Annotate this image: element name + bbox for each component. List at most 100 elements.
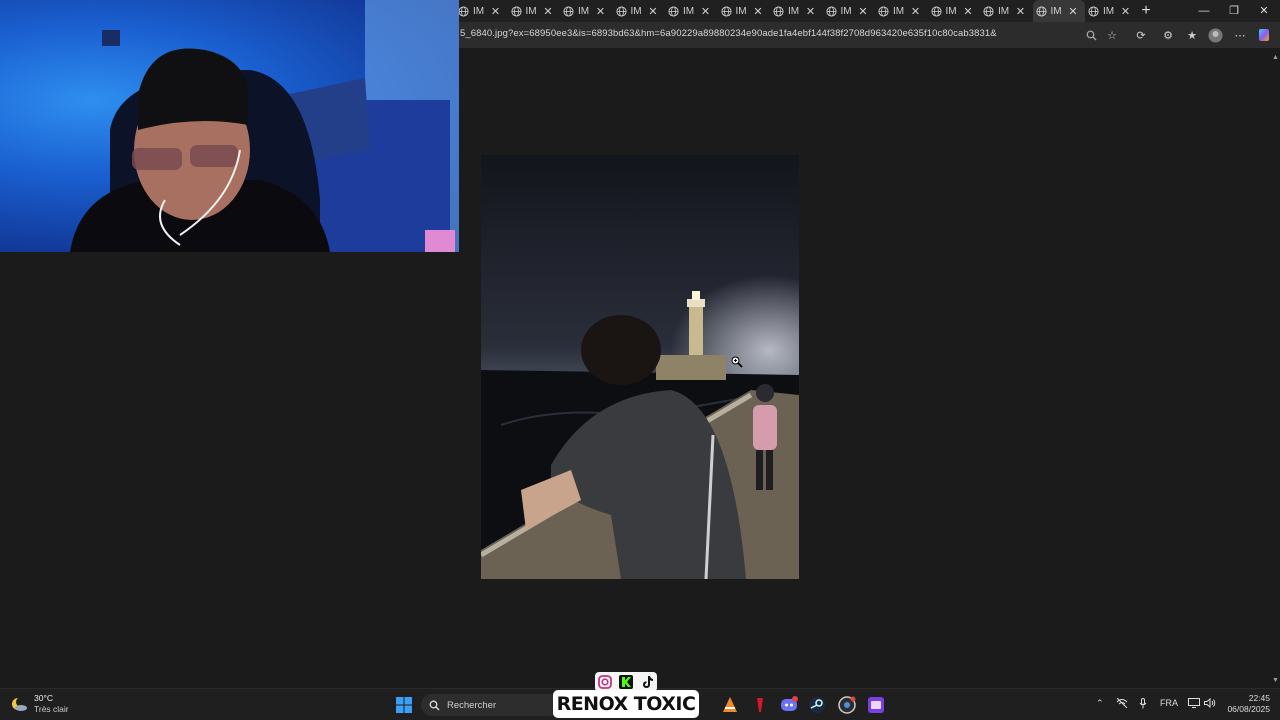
- tab-label: IM: [683, 5, 695, 17]
- tab-close-icon[interactable]: ✕: [910, 5, 922, 18]
- scrollbar[interactable]: ▲ ▼: [1270, 48, 1280, 688]
- browser-tab[interactable]: IM ✕: [1032, 0, 1085, 22]
- search-icon: [429, 700, 440, 710]
- tab-close-icon[interactable]: ✕: [752, 5, 764, 18]
- globe-icon: [615, 5, 627, 17]
- copilot-icon[interactable]: [1256, 27, 1272, 43]
- globe-icon: [668, 5, 679, 17]
- taskbar-search[interactable]: Rechercher: [421, 694, 561, 716]
- tab-label: IM: [893, 5, 905, 17]
- kick-icon: [618, 675, 633, 689]
- tab-close-icon[interactable]: ✕: [1015, 5, 1027, 18]
- minimize-button[interactable]: —: [1188, 0, 1220, 22]
- weather-temp: 30°C: [34, 693, 53, 703]
- vlc-app-icon[interactable]: [721, 696, 739, 714]
- red-app-icon[interactable]: [751, 696, 769, 714]
- globe-icon: [458, 5, 469, 17]
- clock-time: 22:45: [1248, 693, 1270, 703]
- zoom-cursor-icon: [731, 355, 743, 373]
- browser-tab[interactable]: IM ✕: [455, 0, 508, 22]
- weather-condition: Très clair: [34, 704, 69, 714]
- extensions-icon[interactable]: ⚙: [1160, 27, 1176, 43]
- browser-tab[interactable]: IM ✕: [1085, 0, 1138, 22]
- new-tab-button[interactable]: +: [1137, 2, 1155, 20]
- tab-close-icon[interactable]: ✕: [490, 5, 502, 18]
- browser-tab[interactable]: IM ✕: [823, 0, 876, 22]
- browser-tab[interactable]: IM ✕: [718, 0, 771, 22]
- weather-widget[interactable]: 30°C Très clair: [10, 693, 69, 715]
- globe-icon: [878, 5, 889, 17]
- displayed-image[interactable]: [481, 155, 799, 579]
- browser-tab[interactable]: IM ✕: [508, 0, 561, 22]
- favorites-icon[interactable]: ★: [1184, 27, 1200, 43]
- globe-icon: [1088, 5, 1099, 17]
- search-placeholder: Rechercher: [447, 699, 497, 711]
- globe-icon: [930, 5, 942, 17]
- discord-app-icon[interactable]: [780, 696, 798, 714]
- brand-text: RENOX TOXIC: [556, 693, 696, 715]
- chrome-app-icon[interactable]: [838, 696, 856, 714]
- browser-tab[interactable]: IM ✕: [875, 0, 928, 22]
- globe-icon: [720, 5, 732, 17]
- show-hidden-icons-chevron-icon[interactable]: ⌃: [1096, 698, 1104, 709]
- volume-icon[interactable]: [1204, 697, 1216, 710]
- browser-tab[interactable]: IM ✕: [980, 0, 1033, 22]
- purple-app-icon[interactable]: [867, 696, 885, 714]
- globe-icon: [563, 5, 574, 17]
- instagram-icon: [598, 675, 613, 689]
- globe-icon: [1035, 5, 1047, 17]
- globe-icon: [825, 5, 837, 17]
- tab-label: IM: [1103, 5, 1115, 17]
- tab-label: IM: [998, 5, 1010, 17]
- globe-icon: [983, 5, 994, 17]
- browser-tab[interactable]: IM ✕: [928, 0, 981, 22]
- tab-label: IM: [473, 5, 485, 17]
- restore-button[interactable]: ❐: [1218, 0, 1250, 22]
- zoom-icon[interactable]: [1083, 27, 1099, 43]
- network-off-icon[interactable]: [1116, 697, 1128, 710]
- clock-date: 06/08/2025: [1227, 704, 1270, 714]
- language-indicator[interactable]: FRA: [1160, 698, 1178, 708]
- tab-close-icon[interactable]: ✕: [857, 5, 869, 18]
- more-menu-icon[interactable]: ⋯: [1232, 27, 1248, 43]
- tab-label: IM: [1050, 5, 1062, 17]
- webcam-overlay: [0, 0, 459, 252]
- profile-avatar-icon[interactable]: [1207, 27, 1223, 43]
- tab-label: IM: [525, 5, 537, 17]
- tab-close-icon[interactable]: ✕: [1120, 5, 1132, 18]
- browser-tab[interactable]: IM ✕: [613, 0, 666, 22]
- tiktok-icon: [642, 676, 653, 688]
- close-window-button[interactable]: ✕: [1248, 0, 1280, 22]
- brand-wordmark: RENOX TOXIC: [553, 690, 699, 718]
- browser-tab[interactable]: IM ✕: [560, 0, 613, 22]
- social-icons: [595, 672, 657, 692]
- steam-app-icon[interactable]: [808, 696, 826, 714]
- address-bar[interactable]: 5_6840.jpg?ex=68950ee3&is=6893bd63&hm=6a…: [460, 28, 997, 39]
- tab-list: IM ✕ IM ✕ IM ✕ IM ✕ IM ✕ IM ✕ IM ✕ IM ✕ IM ✕ IM ✕ IM ✕ IM ✕ IM ✕: [455, 0, 1138, 22]
- favorite-star-icon[interactable]: ☆: [1104, 27, 1120, 43]
- tab-label: IM: [735, 5, 747, 17]
- tab-label: IM: [840, 5, 852, 17]
- tab-close-icon[interactable]: ✕: [647, 5, 659, 18]
- tab-close-icon[interactable]: ✕: [805, 5, 817, 18]
- tab-label: IM: [578, 5, 590, 17]
- tab-close-icon[interactable]: ✕: [542, 5, 554, 18]
- browser-tab[interactable]: IM ✕: [770, 0, 823, 22]
- globe-icon: [773, 5, 784, 17]
- browser-tab[interactable]: IM ✕: [665, 0, 718, 22]
- tab-label: IM: [788, 5, 800, 17]
- tab-label: IM: [945, 5, 957, 17]
- start-button[interactable]: [395, 696, 413, 714]
- tab-close-icon[interactable]: ✕: [595, 5, 607, 18]
- clock[interactable]: 22:45 06/08/2025: [1227, 693, 1270, 715]
- scroll-up-icon[interactable]: ▲: [1272, 54, 1279, 61]
- tab-close-icon[interactable]: ✕: [1067, 5, 1079, 18]
- microphone-icon[interactable]: [1139, 698, 1147, 711]
- display-icon[interactable]: [1188, 698, 1200, 710]
- refresh-icon[interactable]: ⟳: [1133, 27, 1149, 43]
- scroll-down-icon[interactable]: ▼: [1272, 677, 1279, 684]
- moon-weather-icon: [12, 697, 27, 711]
- globe-icon: [510, 5, 522, 17]
- tab-close-icon[interactable]: ✕: [962, 5, 974, 18]
- tab-close-icon[interactable]: ✕: [700, 5, 712, 18]
